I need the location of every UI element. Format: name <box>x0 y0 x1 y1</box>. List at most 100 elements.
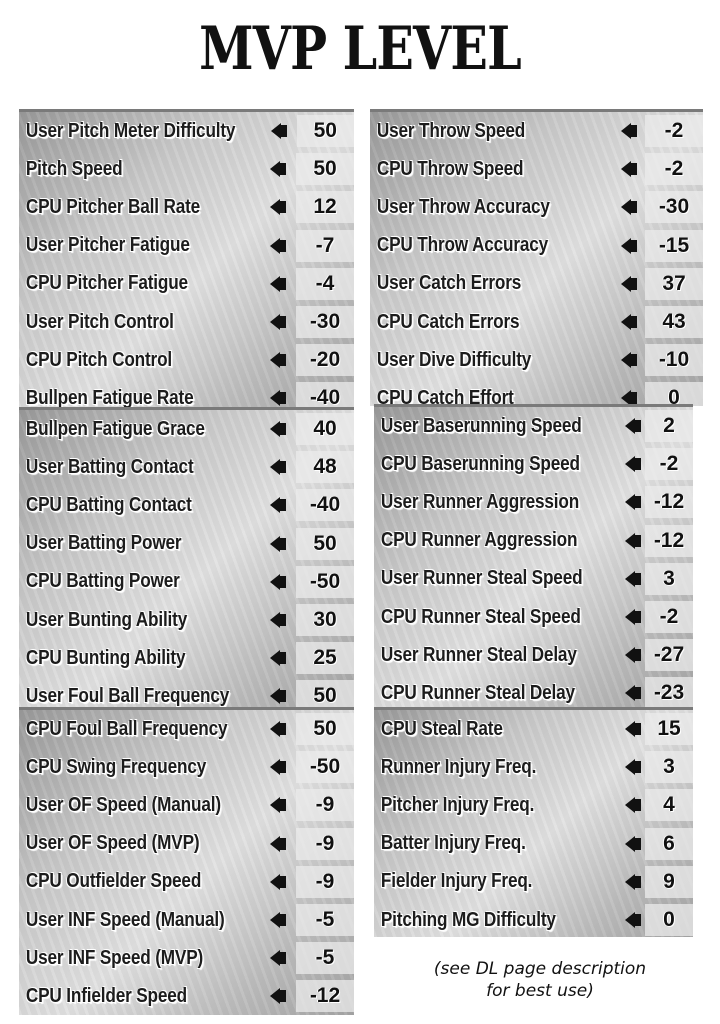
arrow-left-icon[interactable] <box>270 314 286 331</box>
setting-value[interactable]: 30 <box>296 604 354 637</box>
setting-value[interactable]: 4 <box>645 789 693 822</box>
setting-row[interactable]: User Throw Accuracy -30 <box>370 188 703 226</box>
setting-row[interactable]: User INF Speed (MVP) -5 <box>19 939 354 977</box>
arrow-left-icon[interactable] <box>270 950 286 967</box>
setting-value[interactable]: -5 <box>296 904 354 937</box>
setting-row[interactable]: CPU Baserunning Speed -2 <box>374 445 693 483</box>
arrow-left-icon[interactable] <box>625 835 641 852</box>
setting-value[interactable]: -50 <box>296 751 354 784</box>
arrow-left-icon[interactable] <box>270 612 286 629</box>
setting-value[interactable]: -2 <box>645 448 693 481</box>
setting-value[interactable]: 25 <box>296 642 354 675</box>
arrow-left-icon[interactable] <box>270 161 286 178</box>
setting-value[interactable]: 43 <box>645 306 703 339</box>
setting-row[interactable]: CPU Outfielder Speed -9 <box>19 863 354 901</box>
setting-row[interactable]: CPU Batting Contact -40 <box>19 486 354 524</box>
arrow-left-icon[interactable] <box>270 123 287 140</box>
setting-row[interactable]: CPU Throw Accuracy -15 <box>370 227 703 265</box>
setting-row[interactable]: User Batting Power 50 <box>19 525 354 563</box>
arrow-left-icon[interactable] <box>270 237 286 254</box>
setting-value[interactable]: -12 <box>645 524 693 557</box>
setting-value[interactable]: 40 <box>296 413 354 446</box>
setting-value[interactable]: 50 <box>296 153 354 186</box>
setting-value[interactable]: -40 <box>296 382 354 409</box>
setting-value[interactable]: 15 <box>645 713 693 746</box>
setting-row[interactable]: User OF Speed (MVP) -9 <box>19 825 354 863</box>
setting-value[interactable]: -30 <box>645 191 703 224</box>
setting-value[interactable]: 12 <box>296 191 354 224</box>
setting-value[interactable]: -12 <box>296 980 354 1013</box>
setting-value[interactable]: 48 <box>296 451 354 484</box>
arrow-left-icon[interactable] <box>625 873 641 890</box>
arrow-left-icon[interactable] <box>625 721 641 738</box>
arrow-left-icon[interactable] <box>270 988 286 1005</box>
setting-value[interactable]: -2 <box>645 153 703 186</box>
setting-row[interactable]: Fielder Injury Freq. 9 <box>374 863 693 901</box>
arrow-left-icon[interactable] <box>621 275 637 292</box>
setting-value[interactable]: 2 <box>645 410 693 443</box>
setting-value[interactable]: 50 <box>296 680 354 709</box>
setting-row[interactable]: Pitch Speed 50 <box>19 150 354 188</box>
setting-value[interactable]: 50 <box>296 115 354 148</box>
arrow-left-icon[interactable] <box>270 535 286 552</box>
arrow-left-icon[interactable] <box>270 721 286 738</box>
setting-row[interactable]: CPU Catch Effort 0 <box>370 379 703 406</box>
arrow-left-icon[interactable] <box>270 497 286 514</box>
setting-value[interactable]: -9 <box>296 865 354 898</box>
setting-value[interactable]: -2 <box>645 115 703 148</box>
arrow-left-icon[interactable] <box>270 835 286 852</box>
setting-row[interactable]: User Throw Speed -2 <box>370 112 703 150</box>
setting-row[interactable]: CPU Batting Power -50 <box>19 563 354 601</box>
setting-value[interactable]: 6 <box>645 827 693 860</box>
setting-value[interactable]: -15 <box>645 229 703 262</box>
setting-row[interactable]: User Dive Difficulty -10 <box>370 341 703 379</box>
setting-row[interactable]: Pitcher Injury Freq. 4 <box>374 786 693 824</box>
setting-row[interactable]: CPU Pitcher Ball Rate 12 <box>19 188 354 226</box>
setting-row[interactable]: User Bunting Ability 30 <box>19 601 354 639</box>
arrow-left-icon[interactable] <box>625 912 641 929</box>
setting-row[interactable]: CPU Runner Steal Speed -2 <box>374 598 693 636</box>
setting-row[interactable]: Bullpen Fatigue Rate -40 <box>19 379 354 409</box>
setting-row[interactable]: User Catch Errors 37 <box>370 265 703 303</box>
arrow-left-icon[interactable] <box>621 352 637 369</box>
setting-row[interactable]: Batter Injury Freq. 6 <box>374 825 693 863</box>
arrow-left-icon[interactable] <box>625 609 641 626</box>
arrow-left-icon[interactable] <box>625 685 641 702</box>
setting-row[interactable]: User OF Speed (Manual) -9 <box>19 786 354 824</box>
setting-row[interactable]: CPU Runner Aggression -12 <box>374 522 693 560</box>
arrow-left-icon[interactable] <box>625 532 641 549</box>
setting-value[interactable]: -40 <box>296 489 354 522</box>
setting-value[interactable]: 9 <box>645 865 693 898</box>
setting-row[interactable]: User Pitch Meter Difficulty 50 <box>19 112 354 150</box>
setting-row[interactable]: CPU Throw Speed -2 <box>370 150 703 188</box>
setting-row[interactable]: CPU Bunting Ability 25 <box>19 639 354 677</box>
setting-value[interactable]: -2 <box>645 601 693 634</box>
setting-value[interactable]: -23 <box>645 677 693 709</box>
arrow-left-icon[interactable] <box>625 797 641 814</box>
setting-value[interactable]: 0 <box>645 382 703 406</box>
arrow-left-icon[interactable] <box>270 873 286 890</box>
arrow-left-icon[interactable] <box>270 275 286 292</box>
setting-value[interactable]: 3 <box>645 751 693 784</box>
setting-row[interactable]: User INF Speed (Manual) -5 <box>19 901 354 939</box>
setting-row[interactable]: User Runner Steal Speed 3 <box>374 560 693 598</box>
arrow-left-icon[interactable] <box>625 759 641 776</box>
arrow-left-icon[interactable] <box>270 797 286 814</box>
arrow-left-icon[interactable] <box>625 570 641 587</box>
arrow-left-icon[interactable] <box>625 647 641 664</box>
setting-row[interactable]: CPU Steal Rate 15 <box>374 710 693 748</box>
setting-value[interactable]: -4 <box>296 267 354 300</box>
setting-row[interactable]: Runner Injury Freq. 3 <box>374 748 693 786</box>
arrow-left-icon[interactable] <box>270 199 286 216</box>
setting-row[interactable]: CPU Infielder Speed -12 <box>19 977 354 1015</box>
arrow-left-icon[interactable] <box>270 912 286 929</box>
setting-value[interactable]: -7 <box>296 229 354 262</box>
arrow-left-icon[interactable] <box>625 456 641 473</box>
setting-row[interactable]: CPU Pitcher Fatigue -4 <box>19 265 354 303</box>
setting-value[interactable]: -5 <box>296 942 354 975</box>
setting-row[interactable]: User Pitch Control -30 <box>19 303 354 341</box>
setting-value[interactable]: -9 <box>296 789 354 822</box>
setting-row[interactable]: User Runner Aggression -12 <box>374 483 693 521</box>
setting-row[interactable]: User Pitcher Fatigue -7 <box>19 227 354 265</box>
arrow-left-icon[interactable] <box>621 314 637 331</box>
